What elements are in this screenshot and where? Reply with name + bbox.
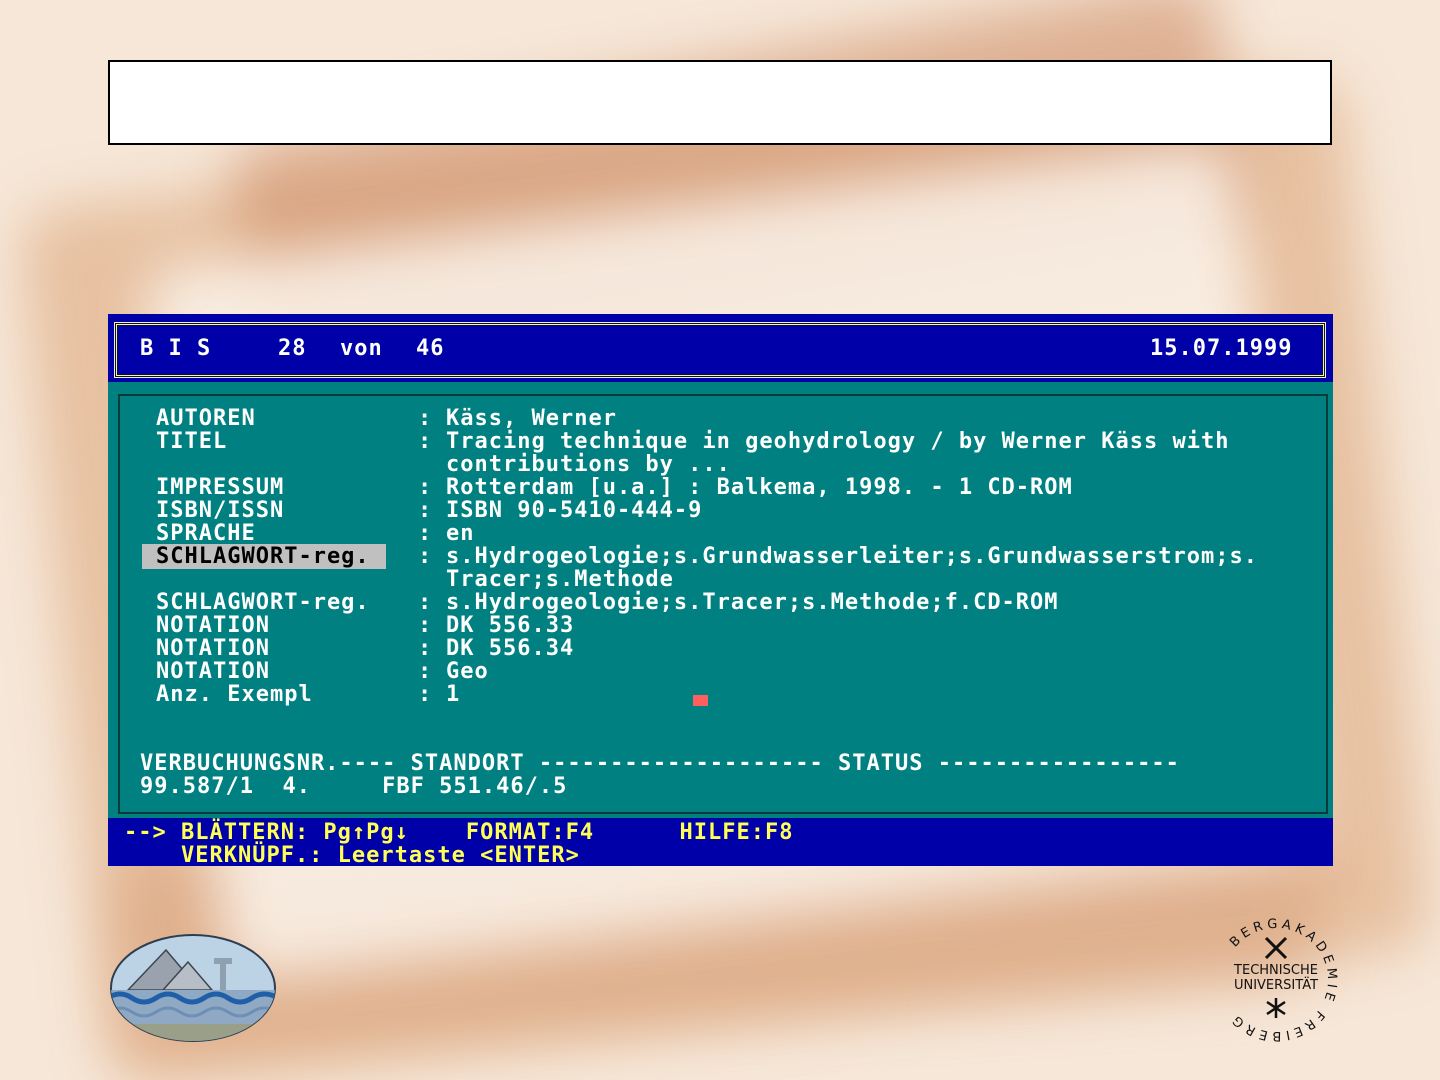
footer-keys-line1: --> BLÄTTERN: Pg↑Pg↓ FORMAT:F4 HILFE:F8 [124, 820, 794, 845]
field-label-schlagwort-selected[interactable]: SCHLAGWORT-reg. [142, 544, 386, 569]
field-label-anz-exempl: Anz. Exempl [156, 682, 313, 707]
field-label-isbn: ISBN/ISSN [156, 498, 285, 523]
field-colon: : [418, 406, 433, 431]
field-value-notation-2: DK 556.34 [446, 636, 575, 661]
university-seal: BERGAKADEMIE FREIBERG TECHNISCHE UNIVERS… [1227, 917, 1335, 1043]
holdings-header: VERBUCHUNGSNR.---- STANDORT ------------… [140, 751, 1180, 776]
field-value-sprache: en [446, 521, 475, 546]
record-total: 46 [416, 336, 445, 361]
record-of-label: von [340, 336, 383, 361]
field-value-impressum: Rotterdam [u.a.] : Balkema, 1998. - 1 CD… [446, 475, 1073, 500]
field-label-notation: NOTATION [156, 659, 270, 684]
field-colon: : [418, 682, 433, 707]
field-colon: : [418, 636, 433, 661]
field-label-autoren: AUTOREN [156, 406, 256, 431]
seal-line-2: UNIVERSITÄT [1234, 977, 1318, 993]
field-colon: : [418, 590, 433, 615]
field-colon: : [418, 429, 433, 454]
field-value-schlagwort-1-cont[interactable]: Tracer;s.Methode [446, 567, 674, 592]
footer-keys-line2: VERKNÜPF.: Leertaste <ENTER> [124, 843, 580, 866]
field-value-notation-1: DK 556.33 [446, 613, 575, 638]
field-value-titel-cont: contributions by ... [446, 452, 731, 477]
field-value-schlagwort-1[interactable]: s.Hydrogeologie;s.Grundwasserleiter;s.Gr… [446, 544, 1258, 569]
field-value-anz-exempl: 1 [446, 682, 461, 707]
field-label-notation: NOTATION [156, 636, 270, 661]
field-label-sprache: SPRACHE [156, 521, 256, 546]
system-name: B I S [140, 336, 212, 361]
field-value-notation-3: Geo [446, 659, 489, 684]
terminal-footer-bar: --> BLÄTTERN: Pg↑Pg↓ FORMAT:F4 HILFE:F8 … [108, 818, 1333, 866]
field-value-autoren: Käss, Werner [446, 406, 617, 431]
slide-title-box [108, 60, 1332, 145]
seal-line-1: TECHNISCHE [1233, 963, 1318, 978]
institute-logo [110, 934, 276, 1042]
field-value-schlagwort-2[interactable]: s.Hydrogeologie;s.Tracer;s.Methode;f.CD-… [446, 590, 1059, 615]
field-value-titel: Tracing technique in geohydrology / by W… [446, 429, 1230, 454]
bis-terminal-screen: B I S 28 von 46 15.07.1999 AUTOREN : Käs… [108, 314, 1333, 866]
field-colon: : [418, 521, 433, 546]
field-colon: : [418, 475, 433, 500]
header-date: 15.07.1999 [1150, 336, 1293, 361]
field-label-notation: NOTATION [156, 613, 270, 638]
field-colon: : [418, 544, 433, 569]
terminal-header-bar: B I S 28 von 46 15.07.1999 [108, 314, 1333, 382]
field-colon: : [418, 613, 433, 638]
field-label-schlagwort[interactable]: SCHLAGWORT-reg. [156, 590, 370, 615]
text-cursor [693, 695, 708, 706]
field-value-isbn: ISBN 90-5410-444-9 [446, 498, 703, 523]
field-colon: : [418, 659, 433, 684]
field-label-impressum: IMPRESSUM [156, 475, 285, 500]
field-colon: : [418, 498, 433, 523]
field-label-titel: TITEL [156, 429, 228, 454]
holdings-row[interactable]: 99.587/1 4. FBF 551.46/.5 [140, 774, 567, 799]
record-index: 28 [278, 336, 307, 361]
